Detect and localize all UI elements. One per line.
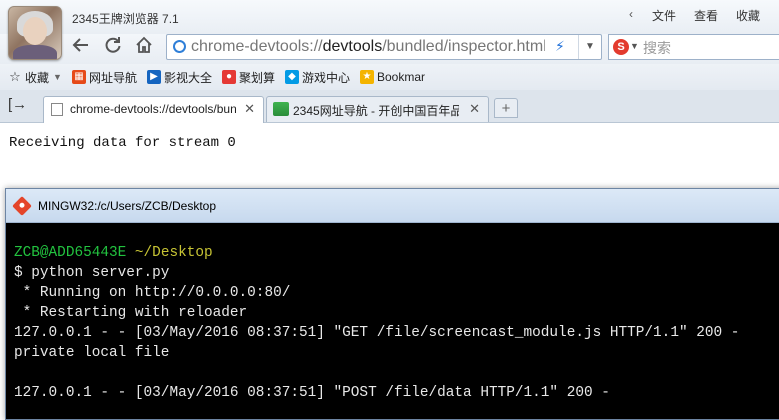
navigation-toolbar: chrome-devtools://devtools/bundled/inspe… — [0, 34, 779, 64]
game-icon: ◆ — [284, 70, 299, 84]
back-arrow-icon[interactable] — [68, 35, 94, 61]
address-dropdown-icon[interactable]: ▼ — [578, 35, 601, 59]
terminal-line: private local file — [14, 345, 170, 361]
bookmark-item[interactable]: ● 聚划算 — [221, 69, 275, 86]
terminal-line: 127.0.0.1 - - [03/May/2016 08:37:51] "GE… — [14, 325, 740, 341]
terminal-line: 127.0.0.1 - - [03/May/2016 08:37:51] "PO… — [14, 385, 610, 401]
reload-icon[interactable] — [100, 35, 126, 61]
page-icon — [51, 103, 63, 116]
site-2345-icon — [273, 102, 289, 116]
browser-title-bar: 2345王牌浏览器 7.1 ‹ 文件 查看 收藏 — [0, 0, 779, 60]
star-outline-icon: ☆ — [9, 69, 21, 84]
user-avatar[interactable] — [8, 6, 62, 60]
page-content: Receiving data for stream 0 — [0, 123, 779, 193]
git-icon — [12, 196, 32, 216]
status-message: Receiving data for stream 0 — [9, 135, 236, 151]
star-icon: ★ — [360, 70, 374, 84]
close-icon[interactable]: ✕ — [244, 101, 255, 117]
favorites-menu[interactable]: ☆ 收藏 ▼ — [8, 69, 62, 86]
close-icon[interactable]: ✕ — [469, 101, 480, 117]
sidebar-toggle-icon[interactable]: [→ — [8, 96, 27, 113]
tab-strip: [→ chrome-devtools://devtools/bundled/in… — [0, 90, 779, 123]
bookmark-item[interactable]: ◆ 游戏中心 — [284, 69, 350, 86]
film-icon: ▶ — [146, 70, 161, 84]
new-tab-button[interactable]: + — [494, 98, 518, 118]
terminal-line: * Restarting with reloader — [14, 305, 248, 321]
tab-2345-nav[interactable]: 2345网址导航 - 开创中国百年品牌 ✕ — [266, 96, 489, 122]
terminal-title: MINGW32:/c/Users/ZCB/Desktop — [38, 199, 217, 213]
security-shield-icon — [173, 40, 186, 53]
bookmarks-bar: ☆ 收藏 ▼ ▦ 网址导航 ▶ 影视大全 ● 聚划算 ◆ 游戏中心 ★ Book… — [0, 64, 779, 90]
chevron-down-icon: ▼ — [53, 72, 62, 82]
bookmark-item[interactable]: ▶ 影视大全 — [146, 69, 212, 86]
grid-nav-icon: ▦ — [71, 70, 86, 84]
terminal-line: * Running on http://0.0.0.0:80/ — [14, 285, 291, 301]
home-icon[interactable] — [131, 35, 157, 61]
bookmark-item[interactable]: ▦ 网址导航 — [71, 69, 137, 86]
app-title: 2345王牌浏览器 7.1 — [72, 12, 179, 26]
menu-file[interactable]: 文件 — [643, 7, 685, 24]
deal-icon: ● — [221, 70, 236, 84]
bookmark-item[interactable]: ★ Bookmar — [360, 70, 425, 84]
lightning-icon[interactable]: ⚡ — [555, 38, 565, 55]
terminal-prompt: ZCB@ADD65443E ~/Desktop — [14, 245, 213, 261]
terminal-output[interactable]: ZCB@ADD65443E ~/Desktop $ python server.p… — [6, 223, 779, 419]
terminal-window[interactable]: MINGW32:/c/Users/ZCB/Desktop ZCB@ADD6544… — [5, 188, 779, 420]
tab-devtools[interactable]: chrome-devtools://devtools/bundled/inspe… — [43, 96, 264, 123]
search-engine-dropdown-icon[interactable]: ▼ — [630, 41, 639, 51]
url-text[interactable]: chrome-devtools://devtools/bundled/inspe… — [191, 38, 545, 56]
search-box[interactable]: S ▼ 搜索 — [608, 34, 779, 60]
search-placeholder: 搜索 — [643, 40, 671, 56]
menu-favorites[interactable]: 收藏 — [727, 7, 769, 24]
address-bar[interactable]: chrome-devtools://devtools/bundled/inspe… — [166, 34, 602, 60]
terminal-title-bar[interactable]: MINGW32:/c/Users/ZCB/Desktop — [6, 189, 779, 223]
search-engine-icon[interactable]: S — [613, 39, 629, 55]
window-menu: ‹ 文件 查看 收藏 — [619, 7, 769, 24]
chevron-left-icon[interactable]: ‹ — [619, 7, 643, 24]
terminal-line: $ python server.py — [14, 265, 170, 281]
menu-view[interactable]: 查看 — [685, 7, 727, 24]
